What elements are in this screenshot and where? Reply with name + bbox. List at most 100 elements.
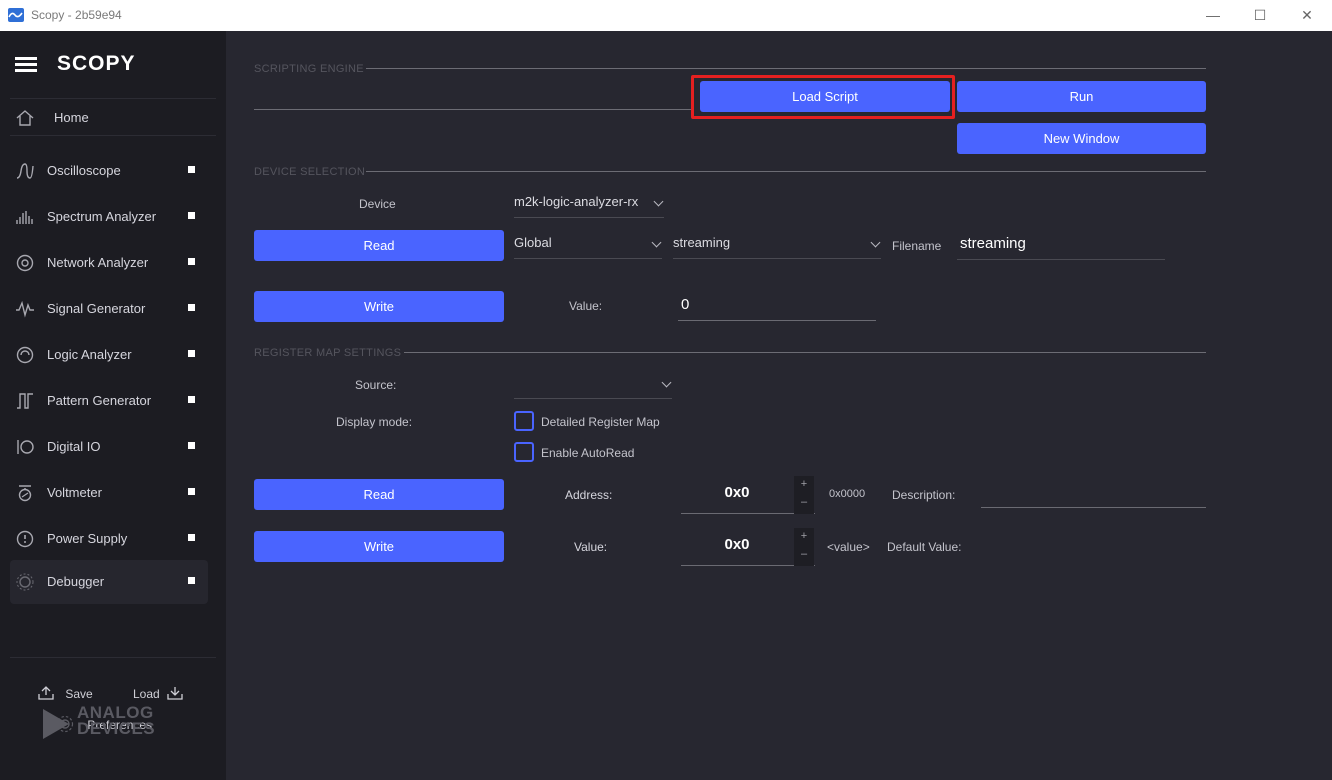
sidebar-divider [10,657,216,658]
sidebar-item-label: Voltmeter [47,485,102,500]
script-path-underline [254,109,694,110]
network-analyzer-icon [16,254,34,272]
address-label: Address: [565,488,613,502]
register-map-settings-title: REGISTER MAP SETTINGS [254,347,402,359]
oscilloscope-icon [16,163,34,179]
device-read-button[interactable]: Read [254,230,504,261]
increment-icon[interactable]: + [794,478,814,490]
status-indicator [188,396,195,403]
sidebar-divider [10,135,216,136]
sidebar-item-signal-generator[interactable]: Signal Generator [10,287,208,331]
sidebar-item-oscilloscope[interactable]: Oscilloscope [10,149,208,193]
menu-toggle-icon[interactable] [15,57,37,73]
sidebar-item-label: Power Supply [47,531,128,546]
spectrum-analyzer-icon [16,211,33,224]
analog-devices-logo: ANALOG DEVICES [43,704,183,741]
register-value-label: Value: [574,540,608,554]
sidebar-item-logic-analyzer[interactable]: Logic Analyzer [10,333,208,377]
home-icon [16,110,34,126]
device-selection-title: DEVICE SELECTION [254,166,366,178]
load-label: Load [133,687,160,701]
signal-generator-icon [16,300,34,318]
scripting-engine-title: SCRIPTING ENGINE [254,63,364,75]
load-script-button[interactable]: Load Script [700,81,950,112]
status-indicator [188,488,195,495]
sidebar-item-label: Oscilloscope [47,163,121,178]
sidebar-item-label: Pattern Generator [47,393,152,408]
status-indicator [188,577,195,584]
value-field[interactable]: 0 [678,293,876,321]
save-button[interactable]: Save [38,686,93,701]
device-select[interactable]: m2k-logic-analyzer-rx [514,192,664,218]
sidebar-item-label: Home [54,110,89,125]
address-spinbox[interactable]: 0x0 + – [681,476,815,514]
source-select[interactable] [514,373,672,399]
window-titlebar: Scopy - 2b59e94 — ☐ ✕ [0,0,1332,31]
status-indicator [188,258,195,265]
sidebar: SCOPY Home Oscilloscope Spectrum Analyze… [0,31,226,780]
save-label: Save [65,687,93,701]
sidebar-item-home[interactable]: Home [10,96,208,140]
sidebar-item-spectrum-analyzer[interactable]: Spectrum Analyzer [10,195,208,239]
section-divider [404,352,1206,353]
sidebar-item-label: Spectrum Analyzer [47,209,157,224]
enable-autoread-checkbox[interactable] [514,442,534,462]
sidebar-item-debugger[interactable]: Debugger [10,560,208,604]
address-hex-value: 0x0000 [829,488,866,500]
sidebar-item-label: Debugger [47,574,105,589]
device-label: Device [359,197,396,211]
default-value-label: Default Value: [887,540,962,554]
sidebar-item-label: Signal Generator [47,301,146,316]
digital-io-icon [17,440,34,454]
sidebar-item-label: Digital IO [47,439,101,454]
value-label: Value: [569,299,603,313]
pattern-generator-icon [17,393,33,409]
sidebar-item-voltmeter[interactable]: Voltmeter [10,471,208,515]
device-write-button[interactable]: Write [254,291,504,322]
window-title: Scopy - 2b59e94 [31,8,122,22]
scope-select[interactable]: Global [514,233,662,259]
status-indicator [188,350,195,357]
power-supply-icon [16,530,34,548]
section-divider [366,171,1206,172]
detailed-register-map-label: Detailed Register Map [541,415,660,429]
display-mode-label: Display mode: [336,415,413,429]
sidebar-item-label: Network Analyzer [47,255,149,270]
new-window-button[interactable]: New Window [957,123,1206,154]
maximize-button[interactable]: ☐ [1246,4,1274,26]
detailed-register-map-checkbox[interactable] [514,411,534,431]
upload-icon [38,686,54,700]
register-write-button[interactable]: Write [254,531,504,562]
decrement-icon[interactable]: – [794,496,814,508]
filename-field[interactable]: streaming [957,232,1165,260]
sidebar-item-digital-io[interactable]: Digital IO [10,425,208,469]
increment-icon[interactable]: + [794,530,814,542]
scopy-app-icon [8,8,24,22]
description-label: Description: [892,488,956,502]
decrement-icon[interactable]: – [794,548,814,560]
debugger-icon [16,573,34,591]
status-indicator [188,166,195,173]
chevron-down-icon [661,377,672,388]
attribute-select[interactable]: streaming [673,233,881,259]
register-value-spinbox[interactable]: 0x0 + – [681,528,815,566]
close-button[interactable]: ✕ [1293,4,1321,26]
status-indicator [188,212,195,219]
value-placeholder-text: <value> [827,540,870,554]
register-read-button[interactable]: Read [254,479,504,510]
sidebar-item-network-analyzer[interactable]: Network Analyzer [10,241,208,285]
sidebar-item-label: Logic Analyzer [47,347,132,362]
sidebar-item-pattern-generator[interactable]: Pattern Generator [10,379,208,423]
minimize-button[interactable]: — [1199,4,1227,26]
debugger-panel: SCRIPTING ENGINE Load Script Run New Win… [236,42,1332,780]
load-button[interactable]: Load [133,686,183,701]
voltmeter-icon [18,485,32,502]
section-divider [366,68,1206,69]
run-button[interactable]: Run [957,81,1206,112]
enable-autoread-label: Enable AutoRead [541,446,635,460]
chevron-down-icon [653,196,664,207]
sidebar-item-power-supply[interactable]: Power Supply [10,517,208,561]
download-icon [167,687,183,700]
status-indicator [188,304,195,311]
filename-label: Filename [892,239,942,253]
